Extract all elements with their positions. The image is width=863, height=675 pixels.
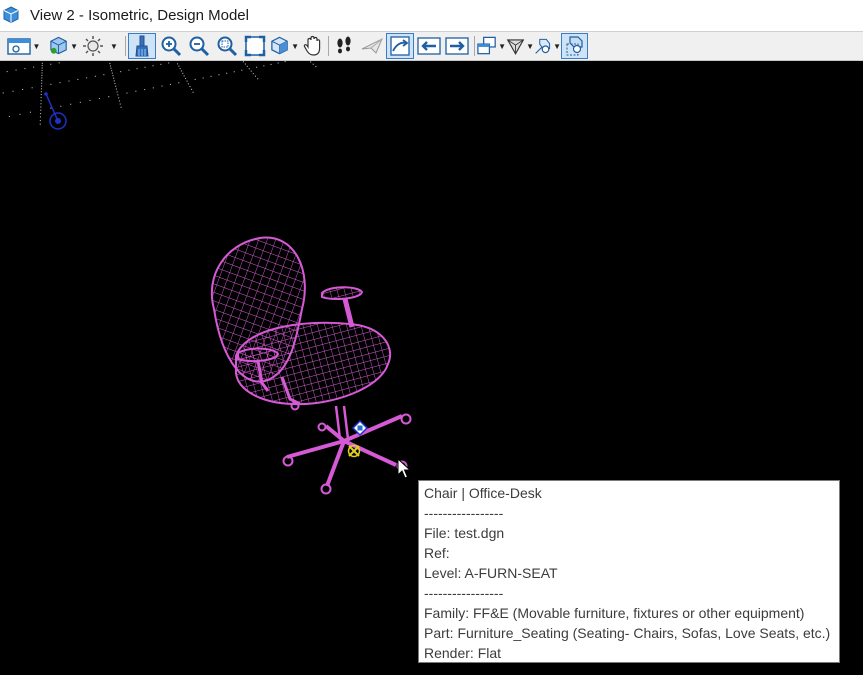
view-control-toolbar: ▼ ▼ ▼ ▼ ▼ ▼ ▼: [0, 32, 863, 61]
clip-volume-icon: [535, 38, 551, 54]
zoom-out-button[interactable]: [185, 33, 212, 59]
view-window-icon: [3, 6, 19, 24]
view-history-button[interactable]: [386, 33, 414, 59]
window-title: View 2 - Isometric, Design Model: [30, 7, 249, 24]
chevron-down-icon: ▼: [553, 41, 561, 51]
update-view-brush-icon: [135, 35, 149, 57]
previous-view-button[interactable]: [415, 33, 443, 59]
walk-button[interactable]: [330, 33, 358, 59]
chevron-down-icon: ▼: [498, 41, 506, 51]
copy-view-button[interactable]: ▼: [476, 33, 506, 59]
tooltip-separator: -----------------: [424, 585, 504, 601]
rotate-view-icon: [271, 36, 288, 55]
view-previous-next-icon: [390, 36, 410, 56]
chair-left-armrest: [237, 347, 280, 363]
element-info-tooltip: Chair | Office-Desk ----------------- Fi…: [418, 480, 840, 663]
toolbar-separator: [125, 36, 126, 56]
mouse-pointer-icon: [397, 458, 411, 479]
chevron-down-icon: ▼: [70, 41, 78, 51]
toolbar-separator: [474, 36, 475, 56]
lighting-icon: [83, 36, 104, 56]
window-area-button[interactable]: [213, 33, 240, 59]
chevron-down-icon: ▼: [110, 41, 118, 51]
grid-dots: [2, 61, 317, 125]
walk-footprints-icon: [337, 36, 351, 54]
clip-mask-button[interactable]: [561, 33, 588, 59]
copy-view-icon: [477, 36, 496, 55]
view-attributes-button[interactable]: ▼: [2, 33, 44, 59]
chair-right-armrest: [321, 286, 364, 301]
tooltip-ref: Ref:: [424, 545, 450, 561]
chevron-down-icon: ▼: [526, 41, 534, 51]
tooltip-title: Chair | Office-Desk: [424, 485, 542, 501]
tooltip-part: Part: Furniture_Seating (Seating- Chairs…: [424, 625, 831, 641]
office-chair-element[interactable]: [210, 236, 412, 495]
toolbar-separator: [328, 36, 329, 56]
update-view-button[interactable]: [128, 33, 156, 59]
fly-icon: [361, 37, 383, 54]
view-attributes-icon: [6, 38, 31, 55]
fly-button[interactable]: [358, 33, 386, 59]
window-title-bar: View 2 - Isometric, Design Model: [0, 0, 863, 32]
chevron-down-icon: ▼: [32, 41, 41, 51]
axis-triad-icon: [44, 92, 67, 130]
next-view-button[interactable]: [443, 33, 471, 59]
window-area-icon: [217, 36, 237, 57]
camera-frustum-icon: [506, 39, 525, 55]
pan-view-hand-icon: [303, 35, 320, 56]
tooltip-family: Family: FF&E (Movable furniture, fixture…: [424, 605, 805, 621]
zoom-in-icon: [161, 36, 181, 57]
chair-base: [286, 414, 403, 487]
display-style-button[interactable]: ▼: [48, 33, 78, 59]
zoom-in-button[interactable]: [157, 33, 184, 59]
clip-mask-icon: [566, 36, 583, 56]
pan-view-button[interactable]: [299, 33, 326, 59]
chevron-down-icon: ▼: [291, 41, 299, 51]
fit-view-button[interactable]: [241, 33, 268, 59]
tooltip-level: Level: A-FURN-SEAT: [424, 565, 558, 581]
display-style-icon: [50, 36, 67, 55]
next-view-arrow-icon: [445, 37, 469, 55]
tooltip-render: Render: Flat: [424, 645, 502, 661]
camera-button[interactable]: ▼: [506, 33, 534, 59]
clip-volume-button[interactable]: ▼: [534, 33, 561, 59]
zoom-out-icon: [189, 36, 209, 57]
tooltip-separator: -----------------: [424, 505, 504, 521]
rotate-view-button[interactable]: ▼: [269, 33, 299, 59]
tooltip-file: File: test.dgn: [424, 525, 505, 541]
fit-view-icon: [244, 35, 265, 57]
lighting-button[interactable]: ▼: [80, 33, 120, 59]
previous-view-arrow-icon: [417, 37, 441, 55]
